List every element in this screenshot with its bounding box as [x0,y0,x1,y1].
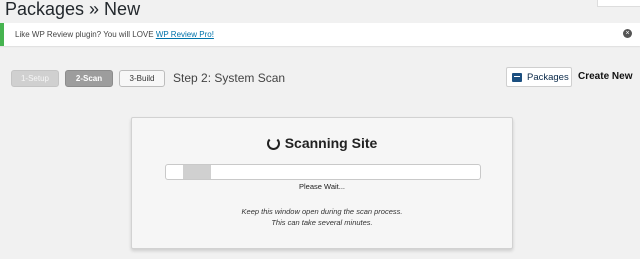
notice-text: Like WP Review plugin? You will LOVE [15,30,156,39]
create-new-link[interactable]: Create New [578,67,632,87]
step-setup-button[interactable]: 1-Setup [11,69,59,87]
page: Packages » New Like WP Review plugin? Yo… [0,0,640,259]
scan-note: Keep this window open during the scan pr… [132,206,512,228]
step-build-button[interactable]: 3-Build [119,69,165,87]
step-title: Step 2: System Scan [173,70,286,85]
promo-notice: Like WP Review plugin? You will LOVE WP … [0,23,640,46]
package-icon [512,72,522,82]
scan-progress-bar [165,164,481,180]
scan-note-line-2: This can take several minutes. [271,218,373,227]
wizard-steps: 1-Setup 2-Scan 3-Build Step 2: System Sc… [11,68,285,88]
scan-title-row: Scanning Site [132,135,512,151]
scan-title: Scanning Site [284,135,378,151]
scan-status-text: Please Wait... [299,182,345,191]
progress-bar-fill [183,165,211,179]
screen-options-tab[interactable] [597,0,640,7]
page-title: Packages » New [5,0,141,19]
step-scan-button[interactable]: 2-Scan [65,69,113,87]
packages-button-label: Packages [527,71,569,83]
packages-button[interactable]: Packages [506,67,572,87]
scan-note-line-1: Keep this window open during the scan pr… [241,207,403,216]
close-circle-icon[interactable]: × [623,29,632,38]
scan-panel: Scanning Site Please Wait... Keep this w… [131,117,513,249]
notice-link[interactable]: WP Review Pro! [156,30,214,39]
spinner-icon [266,136,280,150]
